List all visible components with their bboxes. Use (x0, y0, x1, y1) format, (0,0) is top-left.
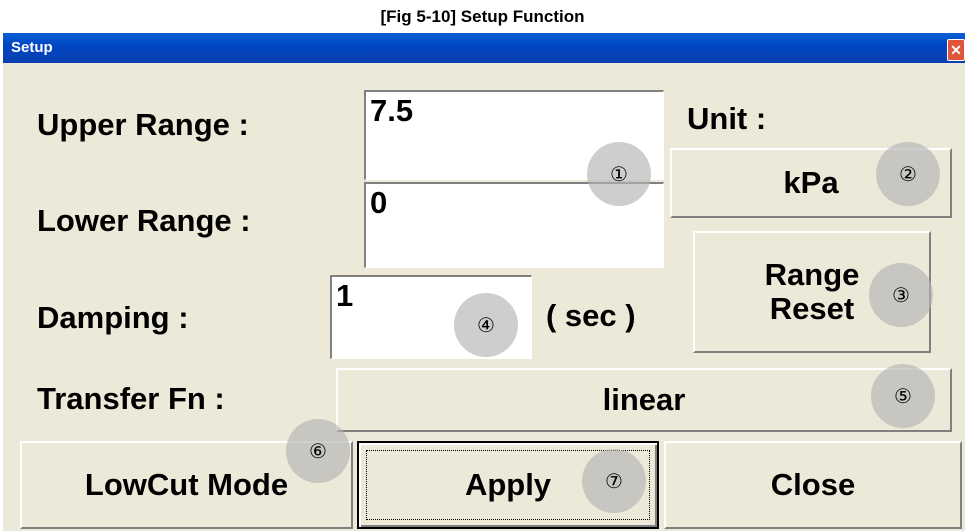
dialog-client-area: Upper Range : 7.5 Unit : kPa Lower Range… (3, 63, 965, 531)
annotation-marker-2: ② (876, 142, 940, 206)
transfer-fn-label: Transfer Fn : (37, 381, 225, 416)
damping-unit-label: ( sec ) (546, 298, 636, 333)
transfer-fn-button[interactable]: linear (336, 368, 952, 432)
lower-range-label: Lower Range : (37, 203, 251, 238)
damping-label: Damping : (37, 300, 189, 335)
annotation-marker-1: ① (587, 142, 651, 206)
close-window-button[interactable]: ✕ (947, 39, 965, 61)
annotation-marker-4: ④ (454, 293, 518, 357)
annotation-marker-7: ⑦ (582, 449, 646, 513)
close-button[interactable]: Close (664, 441, 962, 529)
setup-dialog: Setup ✕ Upper Range : 7.5 Unit : kPa Low… (3, 33, 965, 531)
annotation-marker-6: ⑥ (286, 419, 350, 483)
annotation-marker-5: ⑤ (871, 364, 935, 428)
annotation-marker-3: ③ (869, 263, 933, 327)
title-bar[interactable]: Setup ✕ (3, 33, 965, 63)
unit-label: Unit : (687, 101, 767, 136)
figure-caption: [Fig 5-10] Setup Function (380, 7, 585, 26)
window-title: Setup (11, 39, 53, 56)
upper-range-label: Upper Range : (37, 107, 249, 142)
